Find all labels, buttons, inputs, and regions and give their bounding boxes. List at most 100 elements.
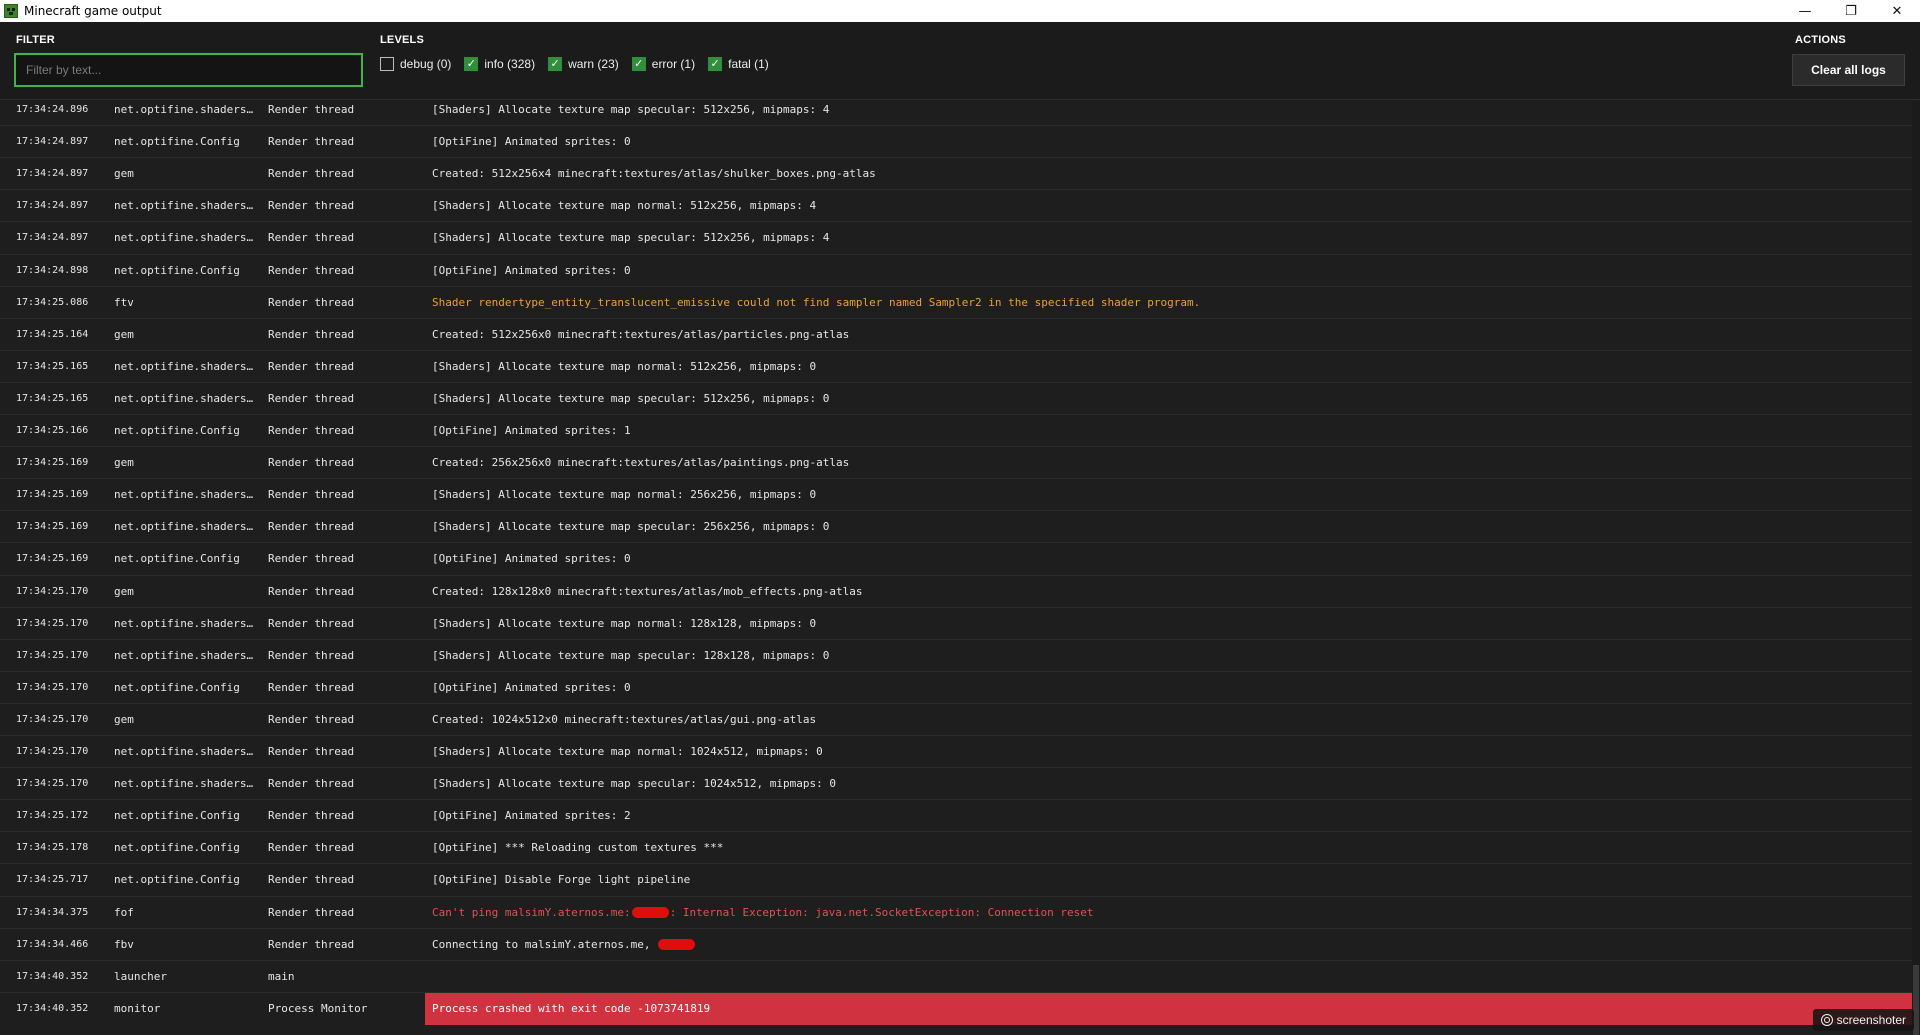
level-filter-error[interactable]: ✓ error (1) bbox=[631, 57, 695, 71]
filter-label: FILTER bbox=[16, 34, 55, 46]
log-row[interactable]: 17:34:25.166 net.optifine.Config Render th… bbox=[0, 414, 1912, 446]
log-timestamp: 17:34:25.178 bbox=[16, 842, 89, 854]
log-row[interactable]: 17:34:25.169 gem Render thread Created: 256… bbox=[0, 446, 1912, 478]
log-row[interactable]: 17:34:25.170 net.optifine.shaders... Rende… bbox=[0, 606, 1912, 639]
log-row[interactable]: 17:34:25.169 net.optifine.Config Render th… bbox=[0, 542, 1912, 574]
log-message-text: [Shaders] Allocate texture map normal: 5… bbox=[432, 359, 817, 373]
log-message-text: [OptiFine] Disable Forge light pipeline bbox=[432, 873, 691, 887]
level-filter-info[interactable]: ✓ info (328) bbox=[464, 57, 535, 71]
checkbox[interactable]: ✓ bbox=[464, 57, 479, 71]
watermark: screenshoter bbox=[1812, 1009, 1914, 1031]
log-thread: Render thread bbox=[268, 295, 355, 309]
log-row[interactable]: 17:34:25.165 net.optifine.shaders... Rende… bbox=[0, 381, 1912, 414]
log-logger: net.optifine.shaders... bbox=[114, 745, 259, 758]
close-button[interactable]: ✕ bbox=[1874, 0, 1920, 22]
minimize-button[interactable]: — bbox=[1782, 0, 1828, 22]
log-message-text: [Shaders] Allocate texture map specular:… bbox=[432, 520, 830, 534]
log-timestamp: 17:34:25.166 bbox=[16, 425, 89, 436]
level-filter-fatal[interactable]: ✓ fatal (1) bbox=[708, 57, 769, 71]
level-label: fatal (1) bbox=[728, 57, 769, 71]
log-message-text: Created: 256x256x0 minecraft:textures/at… bbox=[432, 456, 850, 470]
log-row[interactable]: 17:34:40.352 launcher main bbox=[0, 959, 1912, 992]
log-row[interactable]: 17:34:25.170 net.optifine.shaders... Rende… bbox=[0, 638, 1912, 671]
log-message: Created: 128x128x0 minecraft:textures/at… bbox=[425, 576, 1912, 608]
log-timestamp: 17:34:25.170 bbox=[16, 681, 89, 693]
log-row[interactable]: 17:34:25.164 gem Render thread Created: 512… bbox=[0, 317, 1912, 350]
log-row[interactable]: 17:34:25.170 gem Render thread Created: 102… bbox=[0, 702, 1912, 736]
watermark-text: screenshoter bbox=[1836, 1013, 1906, 1027]
log-row[interactable]: 17:34:25.170 net.optifine.shaders... Rende… bbox=[0, 767, 1912, 799]
log-logger: net.optifine.shaders... bbox=[114, 199, 259, 213]
filter-input[interactable] bbox=[14, 53, 363, 87]
log-thread: Render thread bbox=[268, 359, 355, 373]
log-row[interactable]: 17:34:25.172 net.optifine.Config Render th… bbox=[0, 799, 1912, 831]
log-row[interactable]: 17:34:40.352 monitor Process Monitor Proces… bbox=[0, 991, 1912, 1025]
log-message: [OptiFine] Animated sprites: 1 bbox=[425, 415, 1912, 447]
log-row[interactable]: 17:34:24.897 net.optifine.shaders... Rende… bbox=[0, 221, 1912, 253]
clear-all-logs-button[interactable]: Clear all logs bbox=[1792, 54, 1905, 86]
checkmark-icon: ✓ bbox=[634, 57, 644, 70]
log-row[interactable]: 17:34:25.170 gem Render thread Created: 128… bbox=[0, 574, 1912, 608]
levels-label: LEVELS bbox=[380, 34, 424, 46]
log-row[interactable]: 17:34:24.897 net.optifine.shaders... Rende… bbox=[0, 189, 1912, 221]
log-thread: Render thread bbox=[268, 584, 355, 598]
log-row[interactable]: 17:34:24.897 net.optifine.Config Render th… bbox=[0, 125, 1912, 157]
log-logger: fbv bbox=[114, 937, 134, 951]
window-controls: — ❐ ✕ bbox=[1782, 0, 1920, 22]
log-thread: main bbox=[268, 969, 295, 983]
log-timestamp: 17:34:24.897 bbox=[16, 232, 89, 244]
log-row[interactable]: 17:34:25.170 net.optifine.shaders... Rende… bbox=[0, 735, 1912, 767]
window-title: Minecraft game output bbox=[24, 4, 162, 18]
log-message: [Shaders] Allocate texture map normal: 1… bbox=[425, 736, 1912, 768]
log-logger: net.optifine.shaders... bbox=[114, 520, 259, 534]
log-thread: Render thread bbox=[268, 456, 355, 470]
log-row[interactable]: 17:34:24.896 net.optifine.shaders... Rende… bbox=[0, 101, 1912, 125]
log-logger: net.optifine.shaders... bbox=[114, 391, 259, 405]
log-row[interactable]: 17:34:34.466 fbv Render thread Connecting t… bbox=[0, 927, 1912, 960]
log-row[interactable]: 17:34:25.178 net.optifine.Config Render th… bbox=[0, 831, 1912, 863]
log-row[interactable]: 17:34:25.169 net.optifine.shaders... Rende… bbox=[0, 478, 1912, 510]
log-message-text: Can't ping malsimY.aternos.me: bbox=[432, 905, 631, 919]
log-timestamp: 17:34:40.352 bbox=[16, 1002, 89, 1014]
log-message-text: [Shaders] Allocate texture map specular:… bbox=[432, 648, 830, 662]
log-row[interactable]: 17:34:24.897 gem Render thread Created: 512… bbox=[0, 157, 1912, 189]
log-message-text: [OptiFine] Animated sprites: 0 bbox=[432, 552, 631, 566]
log-logger: gem bbox=[114, 456, 134, 470]
log-row[interactable]: 17:34:24.898 net.optifine.Config Render th… bbox=[0, 253, 1912, 287]
log-row[interactable]: 17:34:25.169 net.optifine.shaders... Rende… bbox=[0, 510, 1912, 542]
minecraft-app-icon bbox=[4, 4, 18, 18]
log-timestamp: 17:34:24.898 bbox=[16, 264, 89, 276]
checkbox[interactable]: ✓ bbox=[548, 57, 563, 71]
log-message: [OptiFine] Animated sprites: 0 bbox=[425, 672, 1912, 704]
log-message-text: Shader rendertype_entity_translucent_emi… bbox=[432, 295, 1201, 309]
at-icon bbox=[1820, 1014, 1833, 1026]
level-filter-warn[interactable]: ✓ warn (23) bbox=[548, 57, 619, 71]
checkbox[interactable]: ✓ bbox=[708, 57, 723, 71]
log-message-text: [Shaders] Allocate texture map specular:… bbox=[432, 391, 830, 405]
log-thread: Render thread bbox=[268, 873, 355, 887]
log-timestamp: 17:34:25.165 bbox=[16, 392, 89, 404]
log-thread: Render thread bbox=[268, 391, 355, 405]
log-timestamp: 17:34:25.170 bbox=[16, 746, 89, 757]
log-message: [OptiFine] Animated sprites: 0 bbox=[425, 126, 1912, 158]
log-message: Created: 1024x512x0 minecraft:textures/a… bbox=[425, 704, 1912, 736]
log-row[interactable]: 17:34:25.717 net.optifine.Config Render th… bbox=[0, 863, 1912, 895]
log-row[interactable]: 17:34:25.086 ftv Render thread Shader rende… bbox=[0, 285, 1912, 318]
log-thread: Render thread bbox=[268, 199, 355, 213]
log-row[interactable]: 17:34:34.375 fof Render thread Can't ping m… bbox=[0, 895, 1912, 928]
restore-button[interactable]: ❐ bbox=[1828, 0, 1874, 22]
checkbox[interactable] bbox=[380, 57, 394, 71]
log-scrollbar[interactable] bbox=[1912, 101, 1920, 1035]
log-row[interactable]: 17:34:25.170 net.optifine.Config Render th… bbox=[0, 670, 1912, 704]
checkbox[interactable]: ✓ bbox=[631, 57, 646, 71]
log-message-text: Connecting to malsimY.aternos.me, bbox=[432, 937, 658, 951]
log-message: [OptiFine] Animated sprites: 0 bbox=[425, 255, 1912, 287]
log-row[interactable]: 17:34:25.165 net.optifine.shaders... Rende… bbox=[0, 349, 1912, 382]
log-message: [Shaders] Allocate texture map specular:… bbox=[425, 101, 1912, 126]
log-logger: net.optifine.shaders... bbox=[114, 231, 259, 245]
redaction-mark bbox=[658, 939, 696, 951]
log-logger: launcher bbox=[114, 969, 167, 983]
log-logger: fof bbox=[114, 905, 134, 919]
log-message-text: [OptiFine] Animated sprites: 2 bbox=[432, 809, 631, 823]
level-filter-debug[interactable]: debug (0) bbox=[380, 57, 451, 71]
